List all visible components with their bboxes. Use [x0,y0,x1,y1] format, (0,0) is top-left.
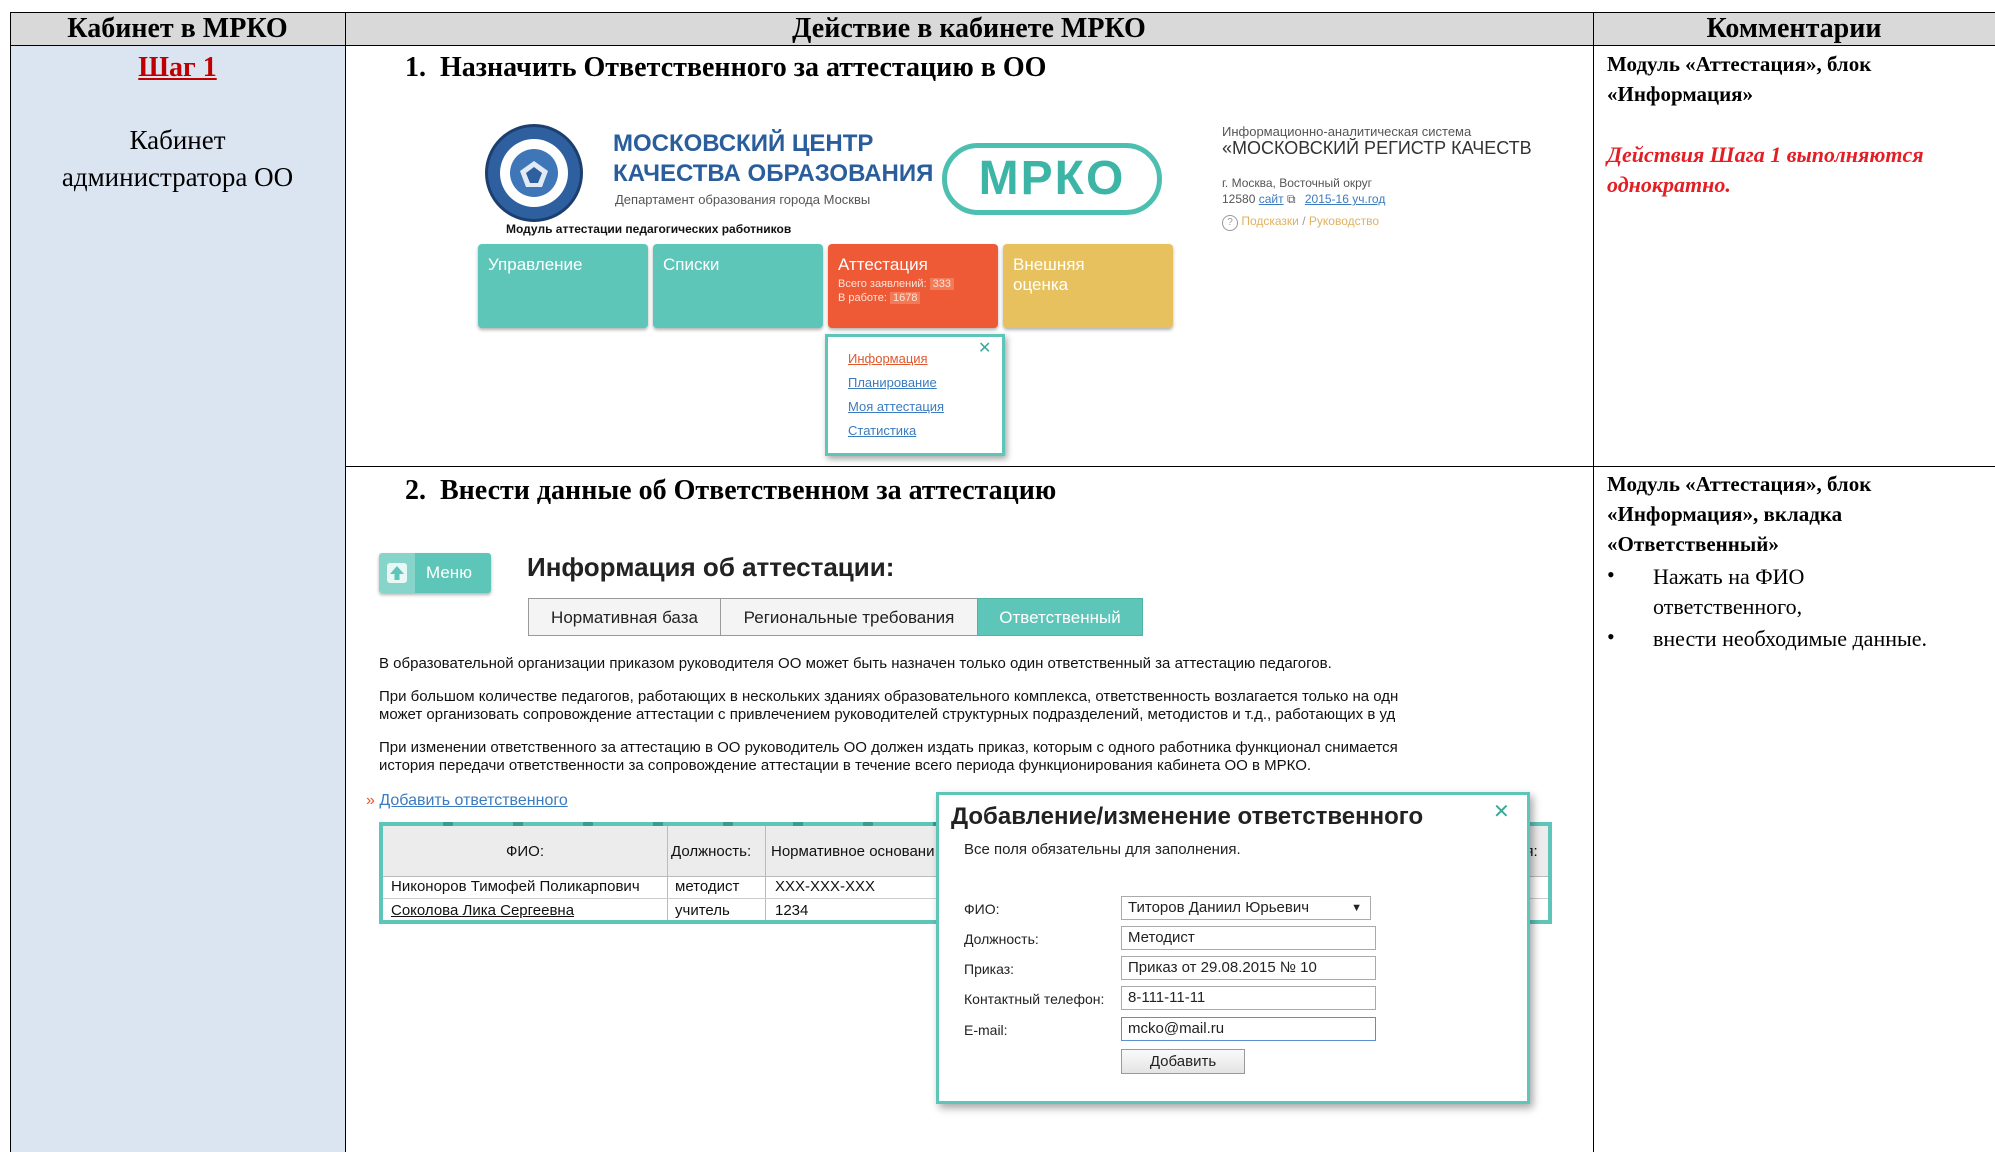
row2-normative: 1234 [775,902,809,919]
tile-external-assessment[interactable]: Внешняя оценка [1003,244,1173,328]
add-responsible-row: » Добавить ответственного [366,792,568,810]
para-2-line2: может организовать сопровождение аттеста… [379,706,1396,723]
row2-fio-link[interactable]: Соколова Лика Сергеевна [391,902,667,919]
mcko-seal-icon [485,124,583,222]
tab-responsible[interactable]: Ответственный [977,598,1143,636]
tile-management[interactable]: Управление [478,244,648,328]
attestation-total: Всего заявлений: 333 [838,278,954,290]
bullet1-line2: ответственного, [1653,594,1803,619]
logo-line1: МОСКОВСКИЙ ЦЕНТР [613,130,874,157]
tab-regional-requirements[interactable]: Региональные требования [720,598,978,636]
add-responsible-link[interactable]: Добавить ответственного [379,792,567,809]
info-line1: Информационно-аналитическая система [1222,124,1472,139]
attestation-inwork: В работе: 1678 [838,292,921,304]
label-order: Приказ: [964,961,1015,977]
comment1-line2: «Информация» [1607,82,1754,106]
left-column [10,46,345,1152]
info-page-title: Информация об аттестации: [527,552,895,582]
para-3-line2: история передачи ответственности за сопр… [379,757,1312,774]
tile-attestation[interactable]: Аттестация Всего заявлений: 333 В работе… [828,244,998,328]
chevron-down-icon: ▼ [1351,902,1362,914]
step1-title: 1. Назначить Ответственного за аттестаци… [405,52,1047,83]
para-2-line1: При большом количестве педагогов, работа… [379,688,1399,705]
th-position: Должность: [671,843,752,860]
attestation-menu: ✕ Информация Планирование Моя аттестация… [825,334,1005,456]
step2-title: 2. Внести данные об Ответственном за атт… [405,475,1057,506]
th-fio: ФИО: [505,843,545,860]
th-normative: Нормативное основани [771,843,935,860]
label-position: Должность: [964,931,1039,947]
logo-line3: Департамент образования города Москвы [615,192,871,207]
close-icon[interactable]: ✕ [978,338,991,358]
help-icon: ? [1222,215,1238,231]
para-3-line1: При изменении ответственного за аттестац… [379,739,1398,756]
help-line: ? Подсказки / Руководство [1222,214,1379,231]
menu-button[interactable]: Меню [379,553,491,593]
comment1-red1: Действия Шага 1 выполняются [1607,142,1924,167]
phone-input[interactable]: 8-111-11-11 [1121,986,1376,1010]
info-line3: г. Москва, Восточный округ [1222,176,1373,190]
site-link[interactable]: сайт [1259,192,1284,206]
step-label: Шаг 1 [138,52,217,83]
cabinet-line1: Кабинет [129,125,226,155]
manual-link[interactable]: Руководство [1309,214,1379,228]
modal-note: Все поля обязательны для заполнения. [964,841,1241,858]
row2-position: учитель [675,902,730,919]
arrow-up-icon [387,563,407,583]
info-line4: 12580 сайт ⧉ 2015-16 уч.год [1222,192,1386,206]
add-button[interactable]: Добавить [1121,1049,1245,1074]
row1-position: методист [675,878,740,895]
header-cabinet: Кабинет в МРКО [10,12,345,46]
bullet-icon: • [1607,624,1615,649]
header-comments: Комментарии [1593,12,1995,46]
module-title: Модуль аттестации педагогических работни… [506,222,792,236]
label-fio: ФИО: [964,901,1000,917]
menu-item-my-attestation[interactable]: Моя аттестация [848,399,944,414]
mrko-logo: МРКО [942,143,1162,215]
tile-lists[interactable]: Списки [653,244,823,328]
logo-line2: КАЧЕСТВА ОБРАЗОВАНИЯ [613,160,934,187]
menu-item-planning[interactable]: Планирование [848,375,937,390]
bullet2-line1: внести необходимые данные. [1653,626,1928,651]
modal-title: Добавление/изменение ответственного [951,803,1424,830]
info-line2: «МОСКОВСКИЙ РЕГИСТР КАЧЕСТВ [1222,138,1532,158]
year-link[interactable]: 2015-16 уч.год [1305,192,1385,206]
header-action: Действие в кабинете МРКО [345,12,1593,46]
external-link-icon: ⧉ [1286,192,1296,206]
bullet-icon: • [1607,562,1615,587]
comment1-red2: однократно. [1607,172,1731,197]
label-email: E-mail: [964,1022,1008,1038]
position-input[interactable]: Методист [1121,926,1376,950]
email-input[interactable]: mcko@mail.ru [1121,1017,1376,1041]
row1-fio: Никоноров Тимофей Поликарпович [391,878,640,895]
tab-normative-base[interactable]: Нормативная база [528,598,721,636]
document-table: Кабинет в МРКО Действие в кабинете МРКО … [10,12,1995,1152]
comment1-line1: Модуль «Аттестация», блок [1607,52,1872,76]
comment2-line2: «Информация», вкладка [1607,502,1843,526]
order-input[interactable]: Приказ от 29.08.2015 № 10 [1121,956,1376,980]
row1-normative: XXX-XXX-XXX [775,878,876,895]
responsible-modal: Добавление/изменение ответственного ✕ Вс… [936,792,1530,1104]
para-1: В образовательной организации приказом р… [379,655,1332,672]
tab-bar: Нормативная база Региональные требования… [528,598,1143,636]
menu-item-statistics[interactable]: Статистика [848,423,916,438]
cabinet-line2: администратора ОО [61,162,294,192]
comment2-line1: Модуль «Аттестация», блок [1607,472,1872,496]
comment2-line3: «Ответственный» [1607,532,1779,556]
menu-item-info[interactable]: Информация [848,351,928,366]
label-phone: Контактный телефон: [964,991,1105,1007]
help-link[interactable]: Подсказки [1241,214,1299,228]
fio-select[interactable]: Титоров Даниил Юрьевич ▼ [1121,896,1371,920]
modal-close-icon[interactable]: ✕ [1493,799,1510,824]
bullet1-line1: Нажать на ФИО [1653,564,1805,589]
arrow-icon: » [366,792,375,809]
